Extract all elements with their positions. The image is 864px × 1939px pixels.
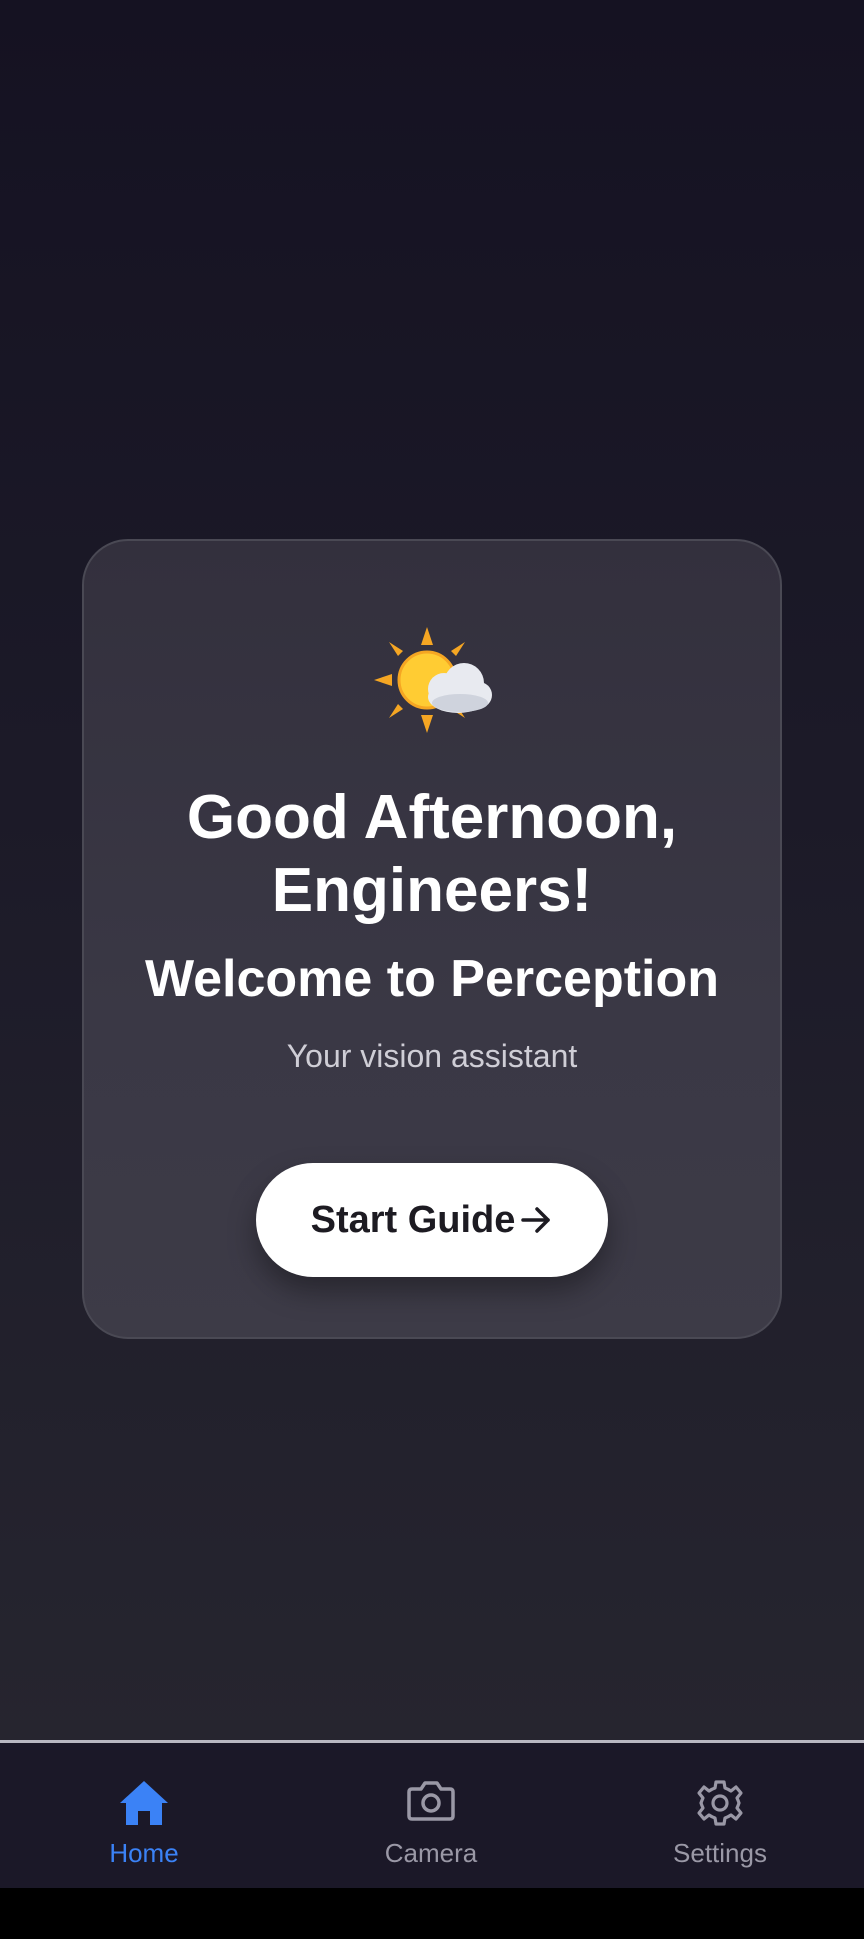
welcome-card: Good Afternoon, Engineers! Welcome to Pe… bbox=[82, 539, 782, 1339]
bottom-tab-bar: Home Camera Settings bbox=[0, 1743, 864, 1888]
tab-camera[interactable]: Camera bbox=[331, 1743, 531, 1888]
greeting-line: Good Afternoon, Engineers! bbox=[186, 783, 678, 925]
system-navigation-bar bbox=[0, 1888, 864, 1939]
start-guide-label: Start Guide bbox=[310, 1198, 516, 1241]
gear-icon bbox=[697, 1780, 743, 1826]
tab-home[interactable]: Home bbox=[44, 1743, 244, 1888]
tab-settings-label: Settings bbox=[673, 1838, 767, 1868]
welcome-title: Welcome to Perception bbox=[144, 950, 720, 1008]
tab-home-label: Home bbox=[109, 1838, 179, 1868]
sun-behind-cloud-icon bbox=[84, 625, 780, 735]
app-subtitle: Your vision assistant bbox=[286, 1038, 578, 1074]
arrow-right-icon bbox=[521, 1207, 551, 1233]
home-icon bbox=[120, 1781, 168, 1825]
start-guide-button[interactable]: Start Guide bbox=[256, 1163, 608, 1277]
camera-icon bbox=[407, 1781, 455, 1821]
greeting-heading: Good Afternoon, Engineers! bbox=[84, 781, 780, 927]
home-screen: Good Afternoon, Engineers! Welcome to Pe… bbox=[0, 0, 864, 1742]
tab-camera-label: Camera bbox=[384, 1838, 478, 1868]
tab-settings[interactable]: Settings bbox=[620, 1743, 820, 1888]
